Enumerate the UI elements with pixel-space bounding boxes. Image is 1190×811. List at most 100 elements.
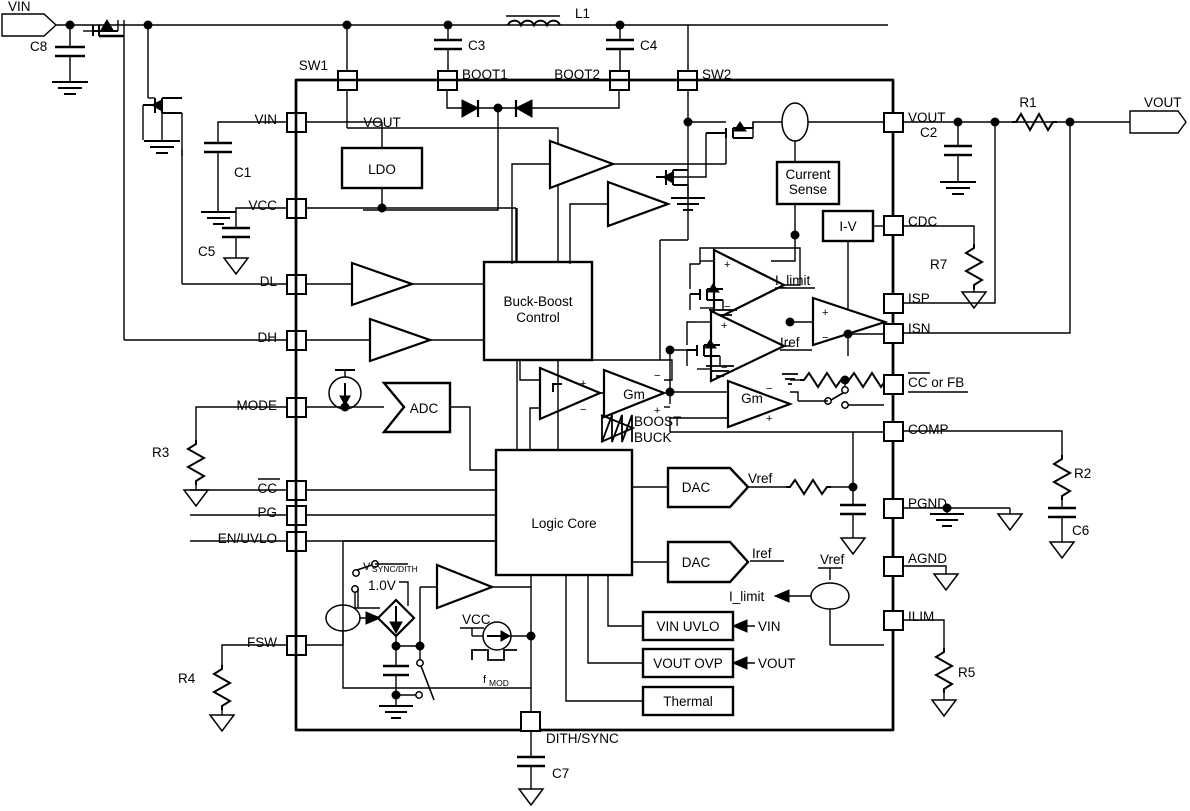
dac-vref-label: DAC (682, 480, 711, 495)
i-limit-isrc (810, 582, 850, 610)
sense-coil (781, 102, 809, 142)
pin-ilim[interactable] (883, 610, 904, 631)
gm1-minus: − (654, 370, 660, 382)
pin-label-vin: VIN (254, 112, 277, 127)
vin-port-shape (1, 13, 58, 37)
pin-label-en-uvlo: EN/UVLO (218, 531, 277, 546)
resistor-r4: R4 (178, 665, 236, 733)
vin-port-label: VIN (8, 0, 31, 14)
pin-label-vout: VOUT (908, 110, 946, 125)
i-v-label: I-V (839, 219, 856, 234)
r3-label: R3 (152, 445, 169, 460)
pwm-minus: − (580, 404, 586, 416)
resistor-r3: R3 (152, 440, 210, 508)
pin-label-sw1: SW1 (299, 58, 328, 73)
r7-label: R7 (930, 257, 947, 272)
pin-label-pgnd: PGND (908, 496, 947, 511)
c8-label: C8 (30, 39, 47, 54)
one-volt-label: 1.0V (368, 578, 396, 593)
pin-isn[interactable] (883, 323, 904, 344)
pin-label-comp: COMP (908, 422, 949, 437)
r2-label: R2 (1074, 466, 1091, 481)
pin-label-pg: PG (257, 505, 277, 520)
pin-label-agnd: AGND (908, 551, 947, 566)
vin-input-port: VIN (1, 0, 58, 37)
c8-plates (55, 45, 85, 58)
pin-cc-or-fb[interactable] (883, 374, 904, 395)
gm1-label: Gm (623, 387, 645, 402)
pgnd-ground-sym (930, 513, 964, 527)
iref-plus: + (721, 320, 727, 332)
agnd-ground (932, 573, 960, 592)
dither-sw-throw-1v[interactable] (351, 585, 359, 593)
c6-label: C6 (1072, 523, 1089, 538)
junction-sw1 (342, 20, 352, 30)
block-logic-core (494, 448, 634, 577)
vsync-dith-label: V (363, 561, 371, 573)
pin-label-cc: CC (258, 481, 278, 496)
pin-label-vcc: VCC (248, 198, 277, 213)
i-limit-label: I_limit (775, 273, 811, 288)
vref-source-label: Vref (820, 552, 845, 567)
fmod-label-sub: MOD (489, 678, 509, 688)
ilim-ext (903, 619, 945, 648)
bbc-label-1: Buck-Boost (503, 294, 572, 309)
adc-label: ADC (410, 401, 439, 416)
pin-vout[interactable] (883, 112, 904, 133)
c5-label: C5 (198, 244, 215, 259)
dither-sw-pole[interactable] (352, 569, 360, 577)
pwm-plus: + (580, 378, 586, 390)
pin-label-isn: ISN (908, 321, 931, 336)
pin-label-dith-sync: DITH/SYNC (546, 731, 619, 746)
switch-pole[interactable] (841, 386, 849, 394)
pgnd-ext-triangle (996, 513, 1024, 532)
i-limit-plus: + (724, 259, 730, 271)
gm2-minus: − (766, 383, 772, 395)
agnd-ext (903, 565, 947, 574)
c4-label: C4 (640, 38, 658, 53)
pin-cdc[interactable] (883, 215, 904, 236)
reset-sw-bottom[interactable] (415, 691, 423, 699)
resistor-r1: R1 (1012, 95, 1057, 133)
switch-throw-b[interactable] (841, 401, 849, 409)
capacitor-c5: C5 (198, 226, 250, 276)
vref-dac-label: Vref (748, 471, 773, 486)
c7-label: C7 (552, 766, 569, 781)
i-limit-minus: − (724, 301, 730, 313)
pin-pgnd[interactable] (883, 498, 904, 519)
bbc-label-2: Control (516, 310, 560, 325)
capacitor-c1: C1 (201, 141, 251, 225)
ldo-label: LDO (368, 162, 396, 177)
vcc-src-label: VCC (462, 612, 491, 627)
pin-label-cc-or-fb: CC or FB (908, 375, 964, 390)
mosfet-low-side-left (142, 25, 183, 156)
l1-label: L1 (575, 6, 590, 21)
mosfet2-ground (144, 140, 180, 154)
c1-label: C1 (234, 165, 251, 180)
pin-agnd[interactable] (883, 556, 904, 577)
pin-comp[interactable] (883, 421, 904, 442)
r5-label: R5 (958, 665, 975, 680)
resistor-r2: R2 (1051, 455, 1091, 508)
pin-dith-sync[interactable] (520, 711, 541, 732)
dac-iref-label: DAC (682, 555, 711, 570)
pin-label-dh: DH (258, 330, 278, 345)
buck-label: BUCK (634, 430, 672, 445)
pin-label-isp: ISP (908, 291, 930, 306)
vin-uvlo-label: VIN UVLO (656, 619, 719, 634)
pin-isp[interactable] (883, 293, 904, 314)
logic-core-label: Logic Core (531, 516, 596, 531)
vout-ovp-label: VOUT OVP (653, 656, 723, 671)
r5-ground (930, 699, 958, 718)
pin-label-cdc: CDC (908, 214, 937, 229)
c3-label: C3 (468, 38, 485, 53)
r4-label: R4 (178, 671, 196, 686)
capacitor-c2: C2 (920, 122, 976, 195)
schematic-canvas: VIN C8 L1 C3 C4 SW1 BOOT1 BOOT2 SW2 VIN … (0, 0, 1190, 811)
vout-output-port: VOUT (1070, 95, 1187, 134)
iref-buf-plus: + (822, 307, 828, 319)
pin-label-ilim: ILIM (908, 609, 934, 624)
pin-label-mode: MODE (237, 398, 278, 413)
reset-sw-top[interactable] (416, 659, 424, 667)
iref-buf-minus: − (822, 332, 828, 344)
